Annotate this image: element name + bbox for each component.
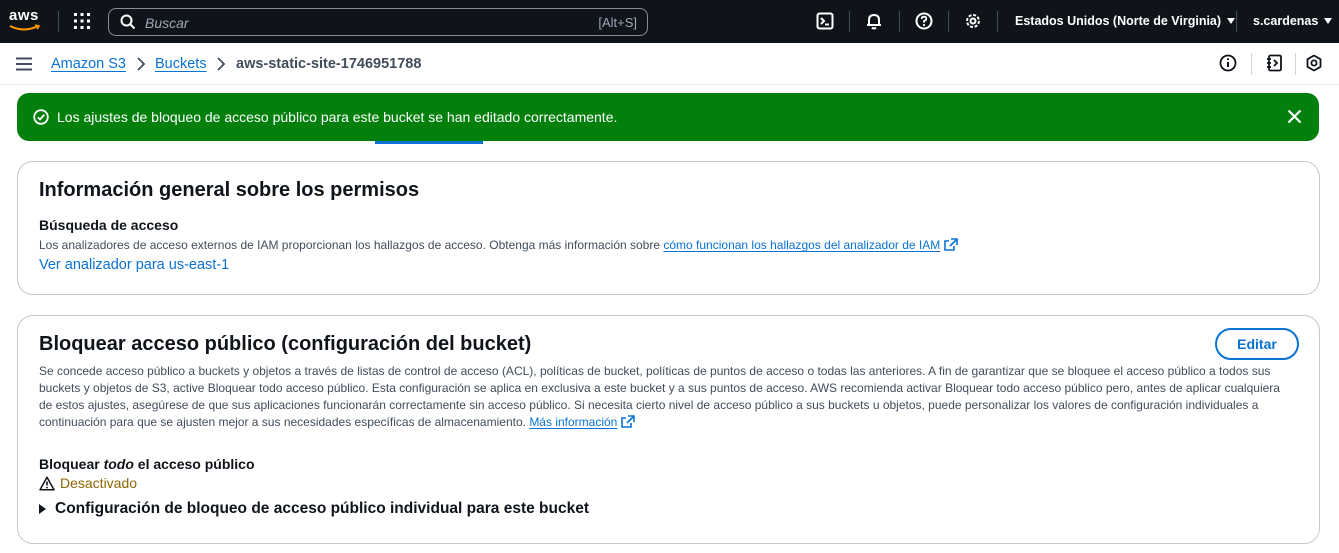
region-label: Estados Unidos (Norte de Virginia) — [1015, 14, 1222, 28]
cloudshell-icon[interactable] — [816, 12, 835, 31]
description-line: Se concede acceso público a buckets y ob… — [39, 364, 1271, 378]
view-analyzer-link[interactable]: Ver analizador para us-east-1 — [39, 257, 229, 273]
panel-icon[interactable] — [1266, 54, 1284, 72]
aws-logo[interactable]: aws — [9, 8, 43, 34]
aws-logo-text: aws — [9, 7, 39, 24]
nav-divider — [899, 11, 900, 32]
help-icon[interactable] — [915, 12, 934, 31]
nav-divider — [997, 11, 998, 32]
active-tab-indicator — [375, 141, 483, 144]
user-label: s.cardenas — [1253, 14, 1319, 28]
description-line-text: continuación para que se ajusten mejor a… — [39, 415, 526, 429]
breadcrumb-buckets[interactable]: Buckets — [155, 56, 207, 72]
block-public-access-panel: Bloquear acceso público (configuración d… — [17, 315, 1320, 544]
user-menu[interactable]: s.cardenas — [1253, 14, 1333, 28]
caret-right-icon — [39, 504, 46, 514]
caret-down-icon — [1324, 18, 1333, 24]
block-public-access-description: Se concede acceso público a buckets y ob… — [39, 363, 1309, 431]
block-all-suffix: el acceso público — [133, 456, 255, 472]
description-line: de estos ajustes, asegúrese de que sus a… — [39, 398, 1259, 412]
edit-button[interactable]: Editar — [1215, 328, 1299, 360]
description-line: buckets y objetos de S3, active Bloquear… — [39, 381, 1280, 395]
caret-down-icon — [1227, 18, 1236, 24]
close-icon[interactable] — [1287, 109, 1302, 124]
breadcrumb-current: aws-static-site-1746951788 — [236, 56, 422, 72]
breadcrumb-amazon-s3[interactable]: Amazon S3 — [51, 56, 126, 72]
search-input[interactable]: Buscar [Alt+S] — [108, 8, 648, 36]
external-link-icon — [621, 415, 636, 428]
nav-divider — [849, 11, 850, 32]
info-icon[interactable] — [1219, 54, 1237, 72]
chevron-right-icon — [217, 57, 226, 71]
services-grid-icon[interactable] — [73, 12, 93, 32]
status-indicator: Desactivado — [39, 475, 137, 491]
search-placeholder: Buscar — [145, 15, 189, 31]
access-findings-text: Los analizadores de acceso externos de I… — [39, 238, 661, 252]
region-selector[interactable]: Estados Unidos (Norte de Virginia) — [1015, 14, 1236, 28]
expander-label: Configuración de bloqueo de acceso públi… — [55, 500, 589, 517]
permissions-overview-panel: Información general sobre los permisos B… — [17, 161, 1320, 295]
block-all-emphasis: todo — [103, 456, 134, 472]
bell-icon[interactable] — [865, 12, 884, 31]
success-flash: Los ajustes de bloqueo de acceso público… — [17, 93, 1319, 141]
top-navigation: aws Buscar [Alt+S] Estados Unidos (Norte… — [0, 0, 1339, 43]
nav-divider — [948, 11, 949, 32]
permissions-title: Información general sobre los permisos — [39, 179, 420, 201]
aws-smile-icon — [9, 24, 41, 31]
block-all-label: Bloquear todo el acceso público — [39, 456, 255, 472]
settings-icon[interactable] — [964, 12, 983, 31]
description-line: continuación para que se ajusten mejor a… — [39, 414, 1309, 431]
iam-findings-link[interactable]: cómo funcionan los hallazgos del analiza… — [663, 238, 940, 252]
block-all-prefix: Bloquear — [39, 456, 104, 472]
more-info-link[interactable]: Más información — [529, 415, 617, 429]
flash-message: Los ajustes de bloqueo de acceso público… — [57, 109, 618, 125]
access-findings-description: Los analizadores de acceso externos de I… — [39, 237, 959, 254]
menu-icon[interactable] — [16, 57, 32, 71]
block-public-access-title: Bloquear acceso público (configuración d… — [39, 333, 532, 355]
status-text: Desactivado — [60, 475, 138, 491]
chevron-right-icon — [137, 57, 146, 71]
nav-divider — [58, 11, 59, 32]
external-link-icon — [944, 238, 959, 251]
warning-icon — [39, 476, 55, 491]
search-shortcut: [Alt+S] — [598, 15, 637, 30]
access-findings-label: Búsqueda de acceso — [39, 217, 179, 233]
individual-settings-expander[interactable]: Configuración de bloqueo de acceso públi… — [39, 500, 589, 518]
search-icon — [120, 14, 136, 30]
toolbar-divider — [1295, 53, 1296, 75]
breadcrumb-bar: Amazon S3 Buckets aws-static-site-174695… — [0, 43, 1339, 85]
success-check-icon — [33, 109, 49, 125]
nav-divider — [1236, 11, 1237, 32]
hexagon-settings-icon[interactable] — [1305, 54, 1323, 72]
toolbar-divider — [1251, 53, 1252, 75]
